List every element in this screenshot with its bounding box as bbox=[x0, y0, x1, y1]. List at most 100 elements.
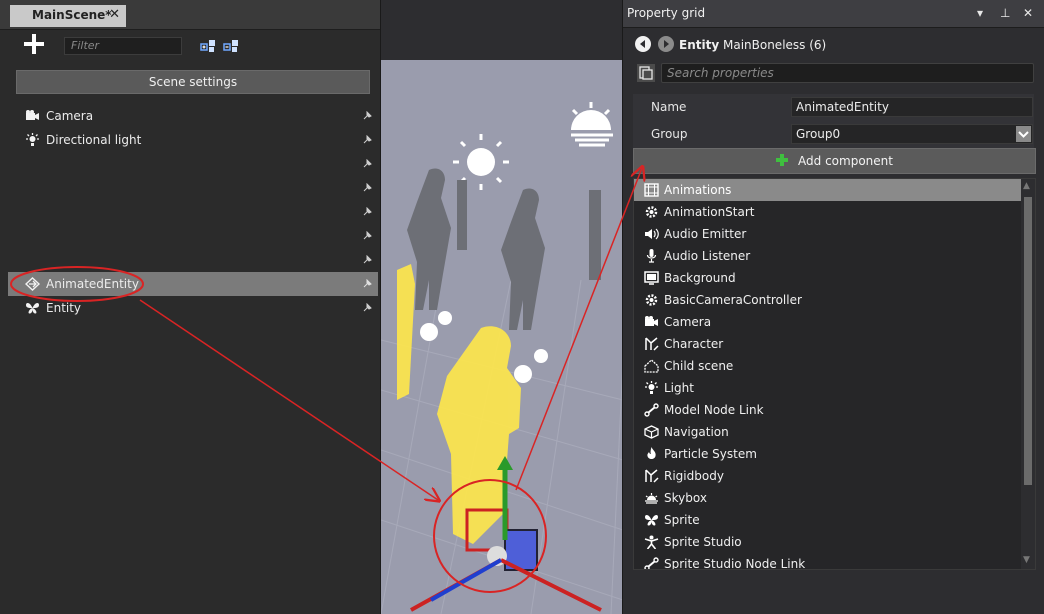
sun-gizmo-icon[interactable] bbox=[571, 102, 613, 147]
name-field[interactable]: AnimatedEntity bbox=[791, 97, 1033, 117]
pin-icon[interactable] bbox=[363, 231, 372, 240]
viewport-header-area bbox=[381, 0, 623, 60]
back-icon[interactable] bbox=[635, 36, 651, 52]
document-tab-bar: MainScene* ✕ bbox=[0, 0, 380, 30]
entity-type: Entity bbox=[679, 38, 720, 52]
bone-icon bbox=[644, 557, 659, 569]
tree-item-blank[interactable] bbox=[8, 200, 378, 224]
tree-item-blank[interactable] bbox=[8, 248, 378, 272]
component-item-animations[interactable]: Animations bbox=[634, 179, 1035, 201]
tree-item-entity[interactable]: Entity bbox=[8, 296, 378, 320]
scene-viewport[interactable] bbox=[381, 60, 623, 614]
entity-header: Entity MainBoneless (6) bbox=[679, 38, 826, 52]
component-item-model-node-link[interactable]: Model Node Link bbox=[634, 399, 1035, 421]
pin-icon[interactable] bbox=[363, 183, 372, 192]
tree-item-label: Directional light bbox=[46, 133, 142, 147]
chevron-down-icon[interactable] bbox=[1016, 126, 1031, 142]
tree-item-label: AnimatedEntity bbox=[46, 277, 139, 291]
component-item-animationstart[interactable]: AnimationStart bbox=[634, 201, 1035, 223]
add-entity-button[interactable] bbox=[22, 32, 46, 56]
component-label: Animations bbox=[664, 183, 732, 197]
tree-item-camera[interactable]: Camera bbox=[8, 104, 378, 128]
film-icon bbox=[644, 183, 659, 197]
component-item-particle-system[interactable]: Particle System bbox=[634, 443, 1035, 465]
component-label: Skybox bbox=[664, 491, 707, 505]
tree-item-blank[interactable] bbox=[8, 224, 378, 248]
component-item-basiccameracontroller[interactable]: BasicCameraController bbox=[634, 289, 1035, 311]
component-item-audio-listener[interactable]: Audio Listener bbox=[634, 245, 1035, 267]
sunrise-icon bbox=[645, 493, 658, 504]
scrollbar-thumb[interactable] bbox=[1024, 197, 1032, 485]
tree-item-animatedentity[interactable]: AnimatedEntity bbox=[8, 272, 378, 296]
tree-item-blank[interactable] bbox=[8, 152, 378, 176]
property-grid-panel: Property grid ▾ ⊥ ✕ Entity MainBoneless … bbox=[622, 0, 1044, 614]
scroll-up-icon[interactable]: ▲ bbox=[1023, 181, 1033, 191]
component-item-light[interactable]: Light bbox=[634, 377, 1035, 399]
butterfly-icon bbox=[26, 303, 39, 314]
component-item-background[interactable]: Background bbox=[634, 267, 1035, 289]
tab-mainscene-label: MainScene* bbox=[32, 8, 112, 22]
search-properties-input[interactable]: Search properties bbox=[661, 63, 1034, 83]
component-list-scrollbar[interactable]: ▲ ▼ bbox=[1021, 179, 1035, 569]
speaker-icon bbox=[645, 228, 659, 240]
tree-item-directional-light[interactable]: Directional light bbox=[8, 128, 378, 152]
forward-icon[interactable] bbox=[658, 36, 674, 52]
pin-icon[interactable] bbox=[363, 111, 372, 120]
component-item-sprite-studio-node-link[interactable]: Sprite Studio Node Link bbox=[634, 553, 1035, 569]
component-label: AnimationStart bbox=[664, 205, 755, 219]
component-label: Sprite Studio bbox=[664, 535, 742, 549]
component-item-audio-emitter[interactable]: Audio Emitter bbox=[634, 223, 1035, 245]
component-item-sprite[interactable]: Sprite bbox=[634, 509, 1035, 531]
pin-icon[interactable] bbox=[363, 255, 372, 264]
viewport-render bbox=[381, 102, 623, 614]
component-label: Character bbox=[664, 337, 724, 351]
tree-item-blank[interactable] bbox=[8, 176, 378, 200]
gear-icon bbox=[645, 206, 658, 218]
scene-settings-button[interactable]: Scene settings bbox=[16, 70, 370, 94]
expand-all-icon[interactable] bbox=[200, 38, 216, 54]
entity-icon bbox=[25, 277, 40, 291]
bone-icon bbox=[644, 403, 659, 417]
entity-name: MainBoneless (6) bbox=[722, 38, 827, 52]
close-tab-icon[interactable]: ✕ bbox=[109, 7, 120, 22]
panel-footer bbox=[623, 570, 1044, 614]
component-label: BasicCameraController bbox=[664, 293, 802, 307]
pin-icon[interactable] bbox=[363, 207, 372, 216]
group-select[interactable]: Group0 bbox=[791, 124, 1033, 144]
pin-icon[interactable] bbox=[363, 279, 372, 288]
component-item-character[interactable]: Character bbox=[634, 333, 1035, 355]
camera-icon bbox=[645, 316, 658, 326]
component-item-child-scene[interactable]: Child scene bbox=[634, 355, 1035, 377]
filter-input[interactable]: Filter bbox=[64, 37, 182, 55]
scene-panel: MainScene* ✕ Filter Scene settings Camer… bbox=[0, 0, 381, 614]
scene-toolbar: Filter bbox=[0, 30, 380, 60]
property-grid-titlebar: Property grid ▾ ⊥ ✕ bbox=[623, 0, 1044, 28]
rigidbody-icon bbox=[645, 469, 659, 483]
pin-window-icon[interactable]: ⊥ bbox=[1000, 6, 1010, 20]
component-label: Navigation bbox=[664, 425, 729, 439]
property-row-group: Group Group0 bbox=[633, 121, 1034, 148]
component-item-sprite-studio[interactable]: Sprite Studio bbox=[634, 531, 1035, 553]
component-item-rigidbody[interactable]: Rigidbody bbox=[634, 465, 1035, 487]
pin-icon[interactable] bbox=[363, 303, 372, 312]
house-icon bbox=[644, 359, 659, 373]
close-panel-icon[interactable]: ✕ bbox=[1023, 6, 1033, 20]
component-item-skybox[interactable]: Skybox bbox=[634, 487, 1035, 509]
add-component-button[interactable]: Add component bbox=[633, 148, 1036, 174]
group-select-value: Group0 bbox=[796, 127, 841, 141]
tree-item-label: Camera bbox=[46, 109, 94, 123]
component-label: Particle System bbox=[664, 447, 757, 461]
collapse-all-icon[interactable] bbox=[223, 38, 239, 54]
pin-icon[interactable] bbox=[363, 159, 372, 168]
transform-gizmo[interactable] bbox=[410, 456, 602, 612]
component-item-camera[interactable]: Camera bbox=[634, 311, 1035, 333]
scroll-down-icon[interactable]: ▼ bbox=[1023, 555, 1033, 565]
component-label: Background bbox=[664, 271, 736, 285]
dropdown-icon[interactable]: ▾ bbox=[977, 6, 983, 20]
component-label: Rigidbody bbox=[664, 469, 724, 483]
pin-icon[interactable] bbox=[363, 135, 372, 144]
component-item-navigation[interactable]: Navigation bbox=[634, 421, 1035, 443]
tab-mainscene[interactable]: MainScene* ✕ bbox=[10, 5, 126, 27]
component-list: Animations AnimationStart Audio Emitter … bbox=[633, 178, 1036, 570]
filter-toggle-icon[interactable] bbox=[637, 64, 655, 82]
